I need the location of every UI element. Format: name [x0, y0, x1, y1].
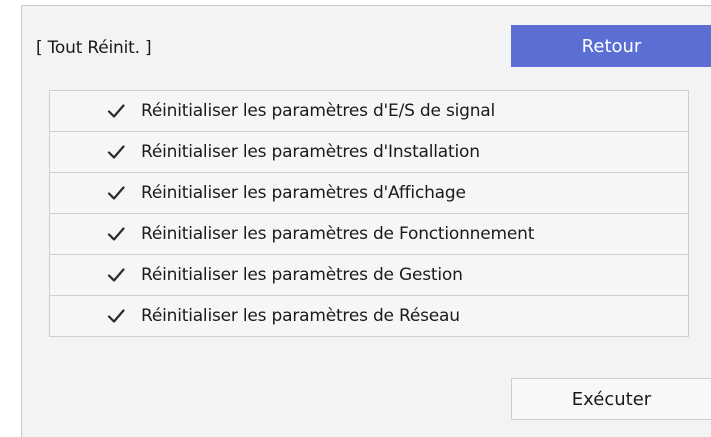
list-item-label: Réinitialiser les paramètres de Gestion — [141, 265, 463, 285]
list-item-reset-operation[interactable]: Réinitialiser les paramètres de Fonction… — [50, 214, 688, 255]
check-icon — [107, 226, 125, 242]
list-item-label: Réinitialiser les paramètres d'E/S de si… — [141, 101, 496, 121]
check-icon — [107, 144, 125, 160]
list-item-label: Réinitialiser les paramètres d'Affichage — [141, 183, 466, 203]
back-button[interactable]: Retour — [511, 25, 711, 67]
list-item-reset-installation[interactable]: Réinitialiser les paramètres d'Installat… — [50, 132, 688, 173]
list-item-label: Réinitialiser les paramètres de Réseau — [141, 306, 460, 326]
list-item-reset-display[interactable]: Réinitialiser les paramètres d'Affichage — [50, 173, 688, 214]
check-icon — [107, 103, 125, 119]
dialog-title: [ Tout Réinit. ] — [36, 38, 152, 58]
check-icon — [107, 267, 125, 283]
execute-button[interactable]: Exécuter — [511, 378, 711, 420]
list-item-label: Réinitialiser les paramètres de Fonction… — [141, 224, 535, 244]
check-icon — [107, 185, 125, 201]
screen: [ Tout Réinit. ] Retour Réinitialiser le… — [0, 0, 711, 437]
reset-all-dialog: [ Tout Réinit. ] Retour Réinitialiser le… — [21, 5, 711, 437]
check-icon — [107, 308, 125, 324]
list-item-reset-network[interactable]: Réinitialiser les paramètres de Réseau — [50, 296, 688, 337]
list-item-reset-management[interactable]: Réinitialiser les paramètres de Gestion — [50, 255, 688, 296]
reset-items-list: Réinitialiser les paramètres d'E/S de si… — [49, 90, 689, 337]
list-item-label: Réinitialiser les paramètres d'Installat… — [141, 142, 480, 162]
list-item-reset-signal-io[interactable]: Réinitialiser les paramètres d'E/S de si… — [50, 91, 688, 132]
